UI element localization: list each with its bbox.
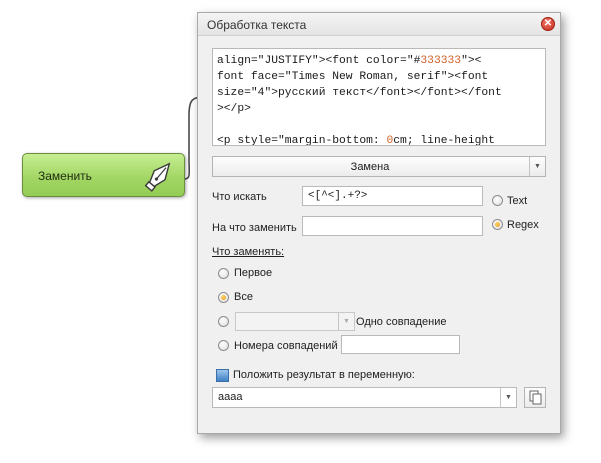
chevron-down-icon[interactable]: ▼	[338, 313, 354, 330]
mode-select[interactable]: Замена ▼	[212, 156, 546, 177]
code-line: <p style="margin-bottom: 0cm; line-heigh…	[217, 135, 495, 146]
dialog-titlebar: Обработка текста ✕	[198, 13, 560, 36]
text-processing-dialog: Обработка текста ✕ align="JUSTIFY"><font…	[197, 12, 561, 434]
radio-one-match-label: Одно совпадение	[356, 316, 447, 328]
copy-icon	[529, 390, 542, 405]
code-line: ></p>	[217, 103, 251, 115]
radio-one-match[interactable]	[218, 316, 229, 327]
what-to-replace-label: Что заменять:	[212, 246, 285, 258]
radio-regex-label: Regex	[507, 219, 539, 231]
variable-select[interactable]: aaaa ▼	[212, 387, 517, 408]
variable-select-value: aaaa	[218, 391, 243, 403]
node-label: Заменить	[38, 169, 92, 183]
save-to-variable-label: Положить результат в переменную:	[233, 369, 415, 381]
replace-label: На что заменить	[212, 222, 297, 234]
chevron-down-icon[interactable]: ▼	[529, 157, 545, 176]
radio-all[interactable]	[218, 292, 229, 303]
pen-nib-icon	[144, 162, 171, 192]
code-line: font face="Times New Roman, serif"><font	[217, 71, 489, 83]
code-preview-text: align="JUSTIFY"><font color="#333333">< f…	[217, 53, 539, 146]
match-numbers-input[interactable]	[341, 335, 460, 354]
code-line: size="4">русский текст</font></font></fo…	[217, 87, 502, 99]
dialog-title: Обработка текста	[207, 18, 307, 32]
chevron-down-icon[interactable]: ▼	[500, 388, 516, 407]
radio-all-label: Все	[234, 291, 253, 303]
find-input[interactable]: <[^<].+?>	[302, 186, 483, 206]
save-to-variable-checkbox[interactable]	[216, 369, 229, 382]
match-number-select[interactable]: ▼	[235, 312, 355, 331]
close-icon[interactable]: ✕	[541, 17, 555, 31]
replace-input[interactable]	[302, 216, 483, 236]
replace-node[interactable]: Заменить	[22, 153, 185, 197]
radio-first-label: Первое	[234, 267, 273, 279]
mode-select-value: Замена	[350, 161, 390, 173]
find-input-value: <[^<].+?>	[308, 190, 368, 202]
find-label: Что искать	[212, 191, 267, 203]
radio-match-numbers[interactable]	[218, 340, 229, 351]
radio-first[interactable]	[218, 268, 229, 279]
copy-variable-button[interactable]	[524, 387, 546, 408]
radio-match-numbers-label: Номера совпадений	[234, 340, 338, 352]
code-preview[interactable]: align="JUSTIFY"><font color="#333333">< f…	[212, 48, 546, 146]
code-line: align="JUSTIFY"><font color="#333333"><	[217, 55, 482, 67]
radio-text-label: Text	[507, 195, 528, 207]
radio-regex[interactable]	[492, 219, 503, 230]
radio-text[interactable]	[492, 195, 503, 206]
